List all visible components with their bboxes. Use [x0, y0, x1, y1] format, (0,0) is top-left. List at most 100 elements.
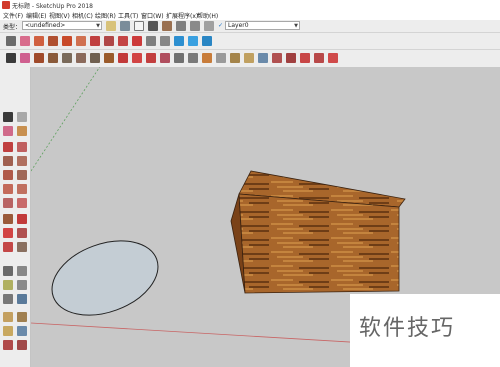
layer-dropdown[interactable]: Layer0 ▼ [225, 21, 300, 30]
pan-icon[interactable] [202, 36, 212, 46]
back-view-icon[interactable] [204, 21, 214, 31]
style-dropdown[interactable]: <undefined> ▼ [22, 21, 102, 30]
eraser-tool-icon[interactable] [20, 53, 30, 63]
menu-tools[interactable]: 工具(T) [118, 11, 138, 20]
front-view-icon[interactable] [176, 21, 186, 31]
arc-tool-icon[interactable] [76, 53, 86, 63]
orbit-icon[interactable] [188, 36, 198, 46]
menu-window[interactable]: 窗口(W) [141, 11, 164, 20]
pan-tool-icon[interactable] [230, 53, 240, 63]
eye-icon[interactable] [120, 21, 130, 31]
window-title: 无标题 - SketchUp Pro 2018 [12, 3, 93, 10]
layout-icon[interactable] [314, 53, 324, 63]
menu-bar: 文件(F) 编辑(E) 视图(V) 相机(C) 绘图(R) 工具(T) 窗口(W… [0, 10, 500, 20]
polygon-icon[interactable] [17, 170, 27, 180]
scale-icon[interactable] [3, 242, 13, 252]
menu-extensions[interactable]: 扩展程序(x) [166, 11, 198, 20]
shape-dropdown-icon[interactable] [62, 53, 72, 63]
arc-icon[interactable] [76, 36, 86, 46]
zoom-extents-icon[interactable] [3, 340, 13, 350]
two-point-arc-icon[interactable] [17, 184, 27, 194]
right-view-icon[interactable] [190, 21, 200, 31]
rectangle-icon[interactable] [34, 36, 44, 46]
tape-measure-icon[interactable] [3, 266, 13, 276]
move-icon[interactable] [17, 214, 27, 224]
watermark-text: 软件技巧 [359, 316, 456, 341]
menu-view[interactable]: 视图(V) [49, 11, 70, 20]
freehand-icon[interactable] [17, 142, 27, 152]
three-point-arc-icon[interactable] [3, 198, 13, 208]
rotate-icon[interactable] [132, 36, 142, 46]
menu-draw[interactable]: 绘图(R) [95, 11, 116, 20]
follow-me-icon[interactable] [17, 228, 27, 238]
select-tool-icon[interactable] [6, 53, 16, 63]
scale-tool-icon[interactable] [146, 53, 156, 63]
protractor-icon[interactable] [3, 280, 13, 290]
arc-dropdown-icon[interactable] [90, 53, 100, 63]
toolbar-row-styles: 类型： <undefined> ▼ ✓ Layer0 ▼ [0, 20, 500, 33]
rotate-icon[interactable] [3, 228, 13, 238]
move-icon[interactable] [118, 36, 128, 46]
zoom-tool-icon[interactable] [244, 53, 254, 63]
house-icon[interactable] [148, 21, 158, 31]
text-tool-icon[interactable] [188, 53, 198, 63]
send-to-layout-icon[interactable] [328, 53, 338, 63]
axes-icon[interactable] [3, 294, 13, 304]
pencil-icon[interactable] [34, 53, 44, 63]
ellipse-face[interactable] [42, 227, 169, 329]
top-view-icon[interactable] [162, 21, 172, 31]
offset-tool-icon[interactable] [160, 53, 170, 63]
iso-view-icon[interactable] [174, 36, 184, 46]
menu-help[interactable]: 帮助(H) [197, 11, 218, 20]
paint-bucket-icon[interactable] [17, 126, 27, 136]
scale-icon[interactable] [146, 36, 156, 46]
eraser-icon[interactable] [3, 126, 13, 136]
zoom-icon[interactable] [3, 326, 13, 336]
toolbar-row-tools [0, 50, 500, 68]
offset-icon[interactable] [104, 36, 114, 46]
circle-icon[interactable] [3, 170, 13, 180]
previous-view-icon[interactable] [17, 340, 27, 350]
orbit-tool-icon[interactable] [216, 53, 226, 63]
wood-box-front-face[interactable] [238, 193, 400, 294]
move-tool-icon[interactable] [118, 53, 128, 63]
freehand-icon[interactable] [90, 36, 100, 46]
3d-text-icon[interactable] [17, 294, 27, 304]
tape-measure-icon[interactable] [160, 36, 170, 46]
menu-camera[interactable]: 相机(C) [72, 11, 93, 20]
rotated-rectangle-icon[interactable] [17, 156, 27, 166]
zoom-extents-icon[interactable] [272, 53, 282, 63]
zoom-window-icon[interactable] [17, 326, 27, 336]
offset-icon[interactable] [17, 242, 27, 252]
extension-warehouse-icon[interactable] [300, 53, 310, 63]
style-label: 类型： [3, 24, 22, 31]
pie-icon[interactable] [17, 198, 27, 208]
make-component-icon[interactable] [17, 112, 27, 122]
rotate-tool-icon[interactable] [132, 53, 142, 63]
push-pull-icon[interactable] [3, 214, 13, 224]
menu-file[interactable]: 文件(F) [3, 11, 23, 20]
menu-edit[interactable]: 编辑(E) [26, 11, 46, 20]
left-toolbar [0, 67, 31, 367]
select-arrow-icon[interactable] [6, 36, 16, 46]
select-icon[interactable] [3, 112, 13, 122]
title-bar: 无标题 - SketchUp Pro 2018 [0, 0, 500, 10]
tape-tool-icon[interactable] [174, 53, 184, 63]
zoom-window-icon[interactable] [258, 53, 268, 63]
rectangle-tool-icon[interactable] [48, 53, 58, 63]
paint-bucket-icon[interactable] [106, 21, 116, 31]
push-pull-icon[interactable] [62, 36, 72, 46]
pan-icon[interactable] [17, 312, 27, 322]
warehouse-icon[interactable] [286, 53, 296, 63]
push-pull-tool-icon[interactable] [104, 53, 114, 63]
home-icon[interactable] [134, 21, 144, 31]
line-icon[interactable] [3, 142, 13, 152]
text-icon[interactable] [17, 280, 27, 290]
circle-icon[interactable] [48, 36, 58, 46]
dimension-icon[interactable] [17, 266, 27, 276]
orbit-icon[interactable] [3, 312, 13, 322]
rectangle-icon[interactable] [3, 156, 13, 166]
eraser-icon[interactable] [20, 36, 30, 46]
paint-tool-icon[interactable] [202, 53, 212, 63]
arc-icon[interactable] [3, 184, 13, 194]
